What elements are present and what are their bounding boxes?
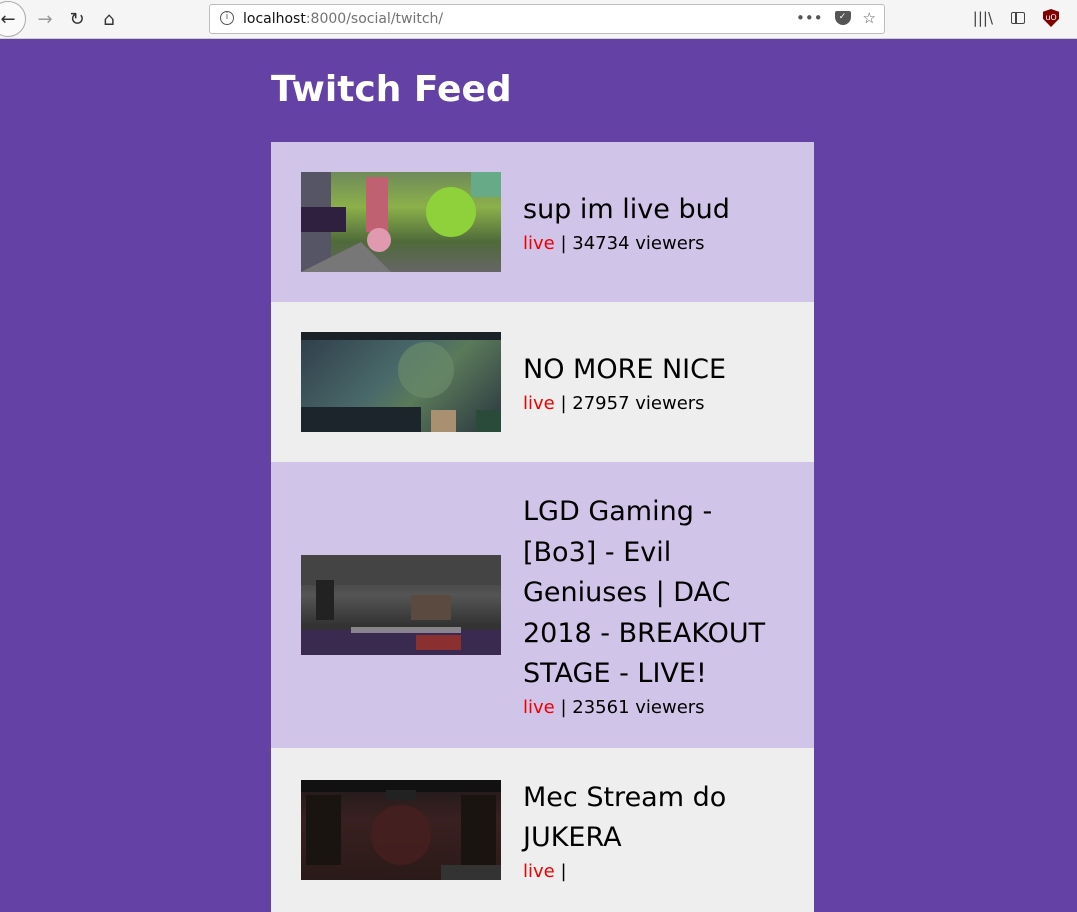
more-actions-icon[interactable]: ••• [796,9,823,27]
stream-card[interactable]: NO MORE NICE live | 27957 viewers [271,302,814,462]
forward-button[interactable]: → [33,7,57,31]
back-button[interactable]: ← [0,1,26,37]
meta-separator: | [560,860,567,882]
meta-separator: | [560,232,573,254]
fortnite-scene-icon [301,172,501,272]
browser-toolbar: ← → ↻ ⌂ i localhost:8000/social/twitch/ … [0,0,1077,39]
stream-info: Mec Stream do JUKERA live | [523,778,784,882]
pocket-icon[interactable]: ✓ [834,11,851,25]
url-bar[interactable]: i localhost:8000/social/twitch/ ••• ✓ ☆ [209,4,885,34]
url-path: :8000/social/twitch/ [305,11,444,27]
meta-separator: | [560,392,573,414]
stream-title[interactable]: LGD Gaming - [Bo3] - Evil Geniuses | DAC… [523,492,784,695]
viewer-count: 27957 viewers [572,392,705,414]
stream-title[interactable]: sup im live bud [523,190,784,231]
reload-icon: ↻ [69,8,85,30]
stream-thumbnail[interactable] [301,779,501,880]
live-status: live [523,860,555,882]
url-host: localhost [243,11,306,27]
stream-meta: live | 34734 viewers [523,233,784,254]
lol-lobby-icon [301,779,501,880]
stream-info: NO MORE NICE live | 27957 viewers [523,350,784,414]
info-icon[interactable]: i [220,11,234,25]
stream-meta: live | 27957 viewers [523,393,784,414]
dota-scene-icon [301,332,501,432]
library-icon[interactable]: |||\ [973,9,993,27]
stream-meta: live | 23561 viewers [523,697,784,718]
page-title: Twitch Feed [271,69,512,110]
ublock-shield-icon[interactable]: uO [1043,9,1059,27]
live-status: live [523,232,555,254]
stream-thumbnail[interactable] [301,554,501,655]
meta-separator: | [560,696,573,718]
home-icon: ⌂ [103,8,115,30]
toolbar-right: |||\ uO [973,9,1059,27]
stream-info: sup im live bud live | 34734 viewers [523,190,784,254]
stream-feed: sup im live bud live | 34734 viewers NO … [271,142,814,912]
stream-title[interactable]: NO MORE NICE [523,350,784,391]
arrow-left-icon: ← [0,8,16,30]
stream-card[interactable]: sup im live bud live | 34734 viewers [271,142,814,302]
viewer-count: 23561 viewers [572,696,705,718]
home-button[interactable]: ⌂ [97,7,121,31]
stream-thumbnail[interactable] [301,172,501,272]
esports-studio-icon [301,554,501,655]
url-text[interactable]: localhost:8000/social/twitch/ [243,11,443,27]
url-actions: ••• ✓ ☆ [796,9,876,27]
stream-info: LGD Gaming - [Bo3] - Evil Geniuses | DAC… [523,492,784,718]
live-status: live [523,696,555,718]
arrow-right-icon: → [37,8,53,30]
live-status: live [523,392,555,414]
bookmark-star-icon[interactable]: ☆ [863,9,876,27]
stream-thumbnail[interactable] [301,332,501,432]
stream-card[interactable]: Mec Stream do JUKERA live | [271,747,814,912]
viewer-count: 34734 viewers [572,232,705,254]
reload-button[interactable]: ↻ [65,7,89,31]
stream-card[interactable]: LGD Gaming - [Bo3] - Evil Geniuses | DAC… [271,462,814,748]
stream-title[interactable]: Mec Stream do JUKERA [523,778,784,859]
stream-meta: live | [523,861,784,882]
sidebar-icon[interactable] [1011,12,1025,24]
